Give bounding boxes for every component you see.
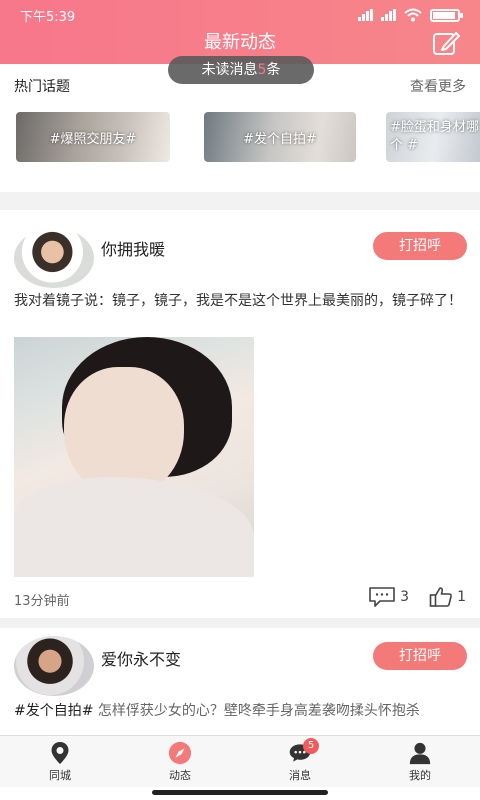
hot-topics-title: 热门话题 [14,79,70,95]
topic-label: #脸蛋和身材哪个 # [390,120,479,153]
tab-label: 消息 [289,768,311,782]
thumbs-up-icon [429,587,452,607]
comment-icon [369,587,395,607]
tab-label: 动态 [169,768,191,782]
avatar[interactable] [14,636,94,696]
unread-messages-pill[interactable]: 未读消息5条 [168,56,314,84]
comment-count: 3 [400,589,410,605]
unread-suffix: 条 [266,62,281,78]
comment-button[interactable]: 3 [368,586,409,608]
topic-card[interactable]: #发个自拍# [204,112,356,162]
tab-feed[interactable]: 动态 [120,736,240,787]
compass-icon [168,741,192,764]
section-divider [0,192,480,210]
battery-icon [430,8,463,22]
post-stats: 3 1 [354,586,466,608]
like-count: 1 [457,589,466,605]
post-card: 爱你永不变 打招呼 #发个自拍# 怎样俘获少女的心？壁咚牵手身高差袭吻揉头怀抱杀 [0,628,480,735]
wifi-icon [404,8,422,22]
topic-label: #发个自拍# [243,131,317,147]
post-text: #发个自拍# 怎样俘获少女的心？壁咚牵手身高差袭吻揉头怀抱杀 [14,700,470,722]
signal-icon [358,9,373,21]
unread-prefix: 未读消息 [201,62,258,78]
post-text: 我对着镜子说：镜子，镜子，我是不是这个世界上最美丽的，镜子碎了！ [14,293,462,309]
signal-icon [381,9,396,21]
home-indicator [152,790,328,795]
tab-profile[interactable]: 我的 [360,736,480,787]
avatar[interactable] [14,228,94,288]
section-divider [0,618,480,628]
status-time: 下午5:39 [20,9,76,25]
edit-icon[interactable] [432,30,460,56]
tab-label: 同城 [49,768,71,782]
like-button[interactable]: 1 [429,586,466,608]
post-body: 怎样俘获少女的心？壁咚牵手身高差袭吻揉头怀抱杀 [93,703,420,719]
post-time: 13分钟前 [14,594,70,609]
topic-label: #爆照交朋友# [49,131,137,147]
tab-nearby[interactable]: 同城 [0,736,120,787]
post-hashtag[interactable]: #发个自拍# [14,703,93,719]
status-bar: 下午5:39 [0,0,480,30]
post-username[interactable]: 你拥我暖 [101,236,165,260]
post-photo[interactable] [14,337,254,577]
post-username[interactable]: 爱你永不变 [101,646,181,670]
person-icon [409,742,431,764]
topic-card[interactable]: #爆照交朋友# [16,112,170,162]
bottom-tab-bar: 同城 动态 消息 5 我的 [0,735,480,787]
status-icons [358,8,463,22]
greet-button[interactable]: 打招呼 [373,232,467,260]
message-badge: 5 [303,738,319,754]
post-card: 你拥我暖 打招呼 我对着镜子说：镜子，镜子，我是不是这个世界上最美丽的，镜子碎了… [0,210,480,618]
topic-card[interactable]: #脸蛋和身材哪个 # [386,112,480,162]
tab-messages[interactable]: 消息 5 [240,736,360,787]
page-title: 最新动态 [204,32,276,53]
greet-button[interactable]: 打招呼 [373,642,467,670]
tab-label: 我的 [409,768,431,782]
see-more-link[interactable]: 查看更多 [410,76,466,96]
header-bar: 下午5:39 最新动态 [0,0,480,64]
location-pin-icon [51,741,69,764]
